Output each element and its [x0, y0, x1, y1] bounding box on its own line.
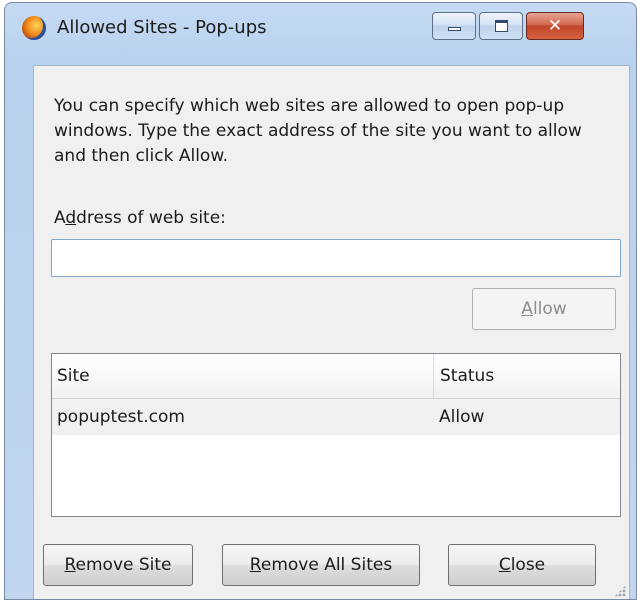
maximize-button[interactable]: [479, 12, 523, 40]
remove-site-accesskey: R: [64, 555, 76, 575]
list-header: Site Status: [52, 354, 620, 399]
remove-all-label: emove All Sites: [260, 555, 393, 575]
remove-all-accesskey: R: [249, 555, 261, 575]
close-button[interactable]: Close: [448, 544, 596, 586]
column-header-site-label: Site: [57, 366, 90, 386]
close-label: lose: [510, 555, 546, 575]
close-accesskey: C: [498, 555, 511, 575]
column-header-status-label: Status: [440, 366, 495, 386]
site-list[interactable]: Site Status popuptest.com Allow: [51, 353, 621, 517]
address-input[interactable]: [51, 239, 621, 277]
remove-all-sites-button[interactable]: Remove All Sites: [222, 544, 420, 586]
remove-site-button[interactable]: Remove Site: [43, 544, 193, 586]
title-bar[interactable]: Allowed Sites - Pop-ups ✕: [5, 3, 636, 45]
remove-site-label: emove Site: [75, 555, 172, 575]
allow-accesskey: A: [521, 299, 533, 319]
allow-label: llow: [532, 299, 567, 319]
description-text: You can specify which web sites are allo…: [54, 96, 582, 166]
close-icon: ✕: [547, 16, 563, 36]
maximize-icon: [495, 20, 508, 32]
dialog-content: You can specify which web sites are allo…: [33, 65, 630, 599]
column-header-status[interactable]: Status: [434, 354, 620, 398]
address-label-end: dress of web site:: [76, 208, 226, 228]
address-label-start: A: [54, 208, 66, 228]
minimize-icon: [448, 27, 461, 31]
close-window-button[interactable]: ✕: [526, 12, 584, 40]
site-cell: popuptest.com: [57, 407, 185, 427]
list-row-popuptest[interactable]: popuptest.com Allow: [52, 399, 620, 435]
allow-button[interactable]: Allow: [472, 288, 616, 330]
column-header-site[interactable]: Site: [52, 354, 434, 398]
minimize-button[interactable]: [432, 12, 476, 40]
address-label: Address of web site:: [54, 208, 226, 228]
dialog-window: Allowed Sites - Pop-ups ✕ You can specif…: [4, 2, 637, 600]
resize-grip-icon[interactable]: [614, 585, 626, 597]
address-label-accesskey: d: [65, 208, 77, 228]
window-title: Allowed Sites - Pop-ups: [57, 17, 267, 38]
status-cell: Allow: [439, 407, 485, 427]
firefox-icon: [22, 16, 46, 40]
